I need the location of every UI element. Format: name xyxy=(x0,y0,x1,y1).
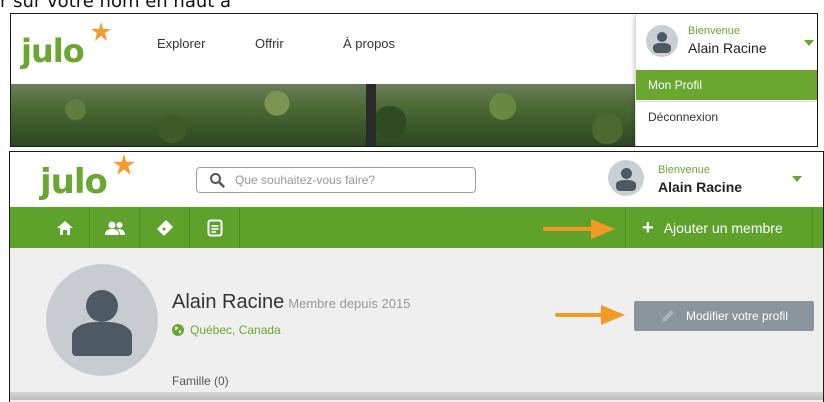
add-member-button[interactable]: + Ajouter un membre xyxy=(625,207,813,248)
page: r sur votre nom en haut à julo Explorer … xyxy=(0,0,824,402)
screenshot-user-menu: julo Explorer Offrir À propos Bienvenue … xyxy=(10,13,818,147)
section-divider xyxy=(10,392,823,400)
plus-icon: + xyxy=(642,216,654,239)
search-placeholder: Que souhaitez-vous faire? xyxy=(235,173,376,187)
logo-text: julo xyxy=(21,32,85,70)
document-icon[interactable] xyxy=(190,207,240,248)
logo-star-icon xyxy=(91,22,111,41)
avatar[interactable] xyxy=(608,160,644,196)
julo-logo[interactable]: julo xyxy=(21,32,85,70)
nav-link-offrir[interactable]: Offrir xyxy=(255,36,284,51)
nav-link-a-propos[interactable]: À propos xyxy=(343,36,395,51)
toolbar: + Ajouter un membre xyxy=(10,207,823,248)
profile-location: Québec, Canada xyxy=(172,323,281,337)
user-name: Alain Racine xyxy=(688,40,767,56)
ticket-icon[interactable] xyxy=(140,207,190,248)
menu-item-deconnexion[interactable]: Déconnexion xyxy=(636,101,817,131)
location-text: Québec, Canada xyxy=(190,323,281,337)
nav-link-explorer[interactable]: Explorer xyxy=(157,36,205,51)
search-input[interactable]: Que souhaitez-vous faire? xyxy=(196,167,476,193)
member-since: Membre depuis 2015 xyxy=(288,296,411,311)
edit-profile-label: Modifier votre profil xyxy=(685,309,789,323)
julo-logo[interactable]: julo xyxy=(40,162,108,202)
caption-text: r sur votre nom en haut à xyxy=(0,0,232,12)
logo-text: julo xyxy=(40,162,108,202)
screenshot-profile-page: julo Que souhaitez-vous faire? Bienvenue… xyxy=(9,151,824,402)
add-member-label: Ajouter un membre xyxy=(663,219,783,236)
menu-item-mon-profil[interactable]: Mon Profil xyxy=(636,70,817,100)
globe-icon xyxy=(172,324,184,336)
arrow-to-add-member xyxy=(543,219,615,239)
profile-avatar xyxy=(46,264,158,376)
welcome-text: Bienvenue xyxy=(688,25,740,37)
search-icon xyxy=(210,173,225,188)
welcome-text: Bienvenue xyxy=(658,164,710,176)
logo-star-icon xyxy=(113,154,135,175)
profile-section: Alain Racine Membre depuis 2015 Québec, C… xyxy=(10,248,823,402)
home-icon[interactable] xyxy=(40,207,90,248)
banner-pole xyxy=(366,84,376,146)
chevron-down-icon[interactable] xyxy=(804,40,814,46)
chevron-down-icon[interactable] xyxy=(792,176,802,182)
profile-name-line: Alain Racine Membre depuis 2015 xyxy=(172,291,410,314)
profile-name: Alain Racine xyxy=(172,291,285,313)
arrow-to-edit-profile xyxy=(555,305,625,325)
family-tab[interactable]: Famille (0) xyxy=(172,374,229,388)
user-menu-toggle[interactable]: Bienvenue Alain Racine xyxy=(636,14,817,69)
avatar xyxy=(646,25,678,57)
user-name[interactable]: Alain Racine xyxy=(658,179,742,195)
user-dropdown-menu: Bienvenue Alain Racine Mon Profil Déconn… xyxy=(635,14,817,146)
pencil-icon xyxy=(661,310,674,322)
edit-profile-button[interactable]: Modifier votre profil xyxy=(634,301,814,331)
users-icon[interactable] xyxy=(90,207,140,248)
site-header: julo Que souhaitez-vous faire? Bienvenue… xyxy=(10,152,823,207)
